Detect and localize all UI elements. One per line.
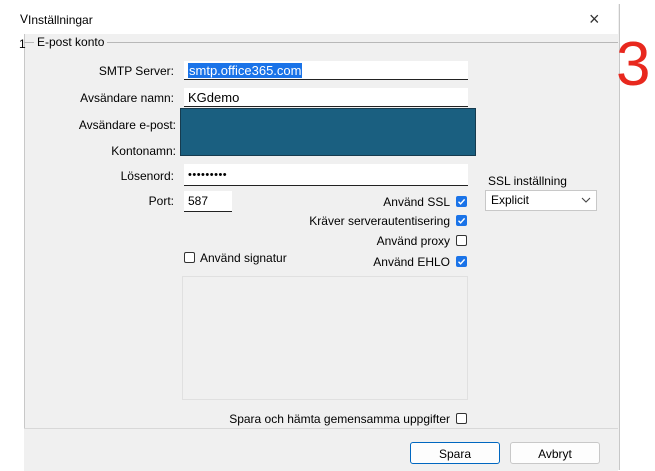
sender-name-label: Avsändare namn: — [80, 91, 174, 105]
smtp-server-value: smtp.office365.com — [188, 63, 303, 78]
requires-auth-label: Kräver serverautentisering — [309, 214, 450, 228]
port-label: Port: — [148, 194, 174, 208]
ssl-setting-value: Explicit — [491, 193, 530, 207]
sender-name-value: KGdemo — [188, 90, 240, 105]
sender-email-label: Avsändare e-post: — [78, 118, 176, 132]
use-ehlo-label: Använd EHLO — [373, 255, 450, 269]
use-signature-checkbox[interactable] — [184, 252, 195, 263]
cancel-button[interactable]: Avbryt — [510, 442, 600, 464]
smtp-server-input[interactable]: smtp.office365.com — [184, 61, 468, 80]
requires-auth-checkbox[interactable] — [456, 215, 467, 226]
use-ssl-checkbox[interactable] — [456, 196, 467, 207]
password-value: ••••••••• — [188, 169, 228, 181]
port-input[interactable]: 587 — [184, 191, 232, 212]
save-button[interactable]: Spara — [410, 442, 500, 464]
save-shared-label: Spara och hämta gemensamma uppgifter — [229, 412, 450, 426]
check-icon — [458, 217, 466, 224]
port-value: 587 — [188, 194, 209, 208]
check-icon — [458, 198, 466, 205]
edge-glyph-top: V — [20, 12, 29, 26]
use-ssl-label: Använd SSL — [383, 195, 450, 209]
redacted-email-and-account[interactable] — [180, 108, 476, 156]
use-signature-label: Använd signatur — [200, 251, 287, 265]
sender-name-input[interactable]: KGdemo — [184, 88, 468, 107]
account-name-label: Kontonamn: — [111, 144, 176, 158]
close-icon[interactable]: × — [589, 8, 600, 30]
window-title: Inställningar — [28, 13, 93, 27]
group-legend: E-post konto — [34, 35, 108, 49]
password-input[interactable]: ••••••••• — [184, 164, 468, 186]
save-shared-checkbox[interactable] — [456, 413, 467, 424]
use-ehlo-checkbox[interactable] — [456, 256, 467, 267]
ssl-setting-label: SSL inställning — [488, 174, 567, 188]
annotation-number: 3 — [616, 30, 651, 99]
signature-area[interactable] — [182, 276, 468, 400]
smtp-server-label: SMTP Server: — [98, 64, 174, 78]
password-label: Lösenord: — [120, 169, 174, 183]
title-bar — [24, 4, 618, 34]
use-proxy-checkbox[interactable] — [456, 235, 467, 246]
use-proxy-label: Använd proxy — [376, 234, 450, 248]
chevron-down-icon[interactable] — [581, 197, 591, 203]
check-icon — [458, 258, 466, 265]
